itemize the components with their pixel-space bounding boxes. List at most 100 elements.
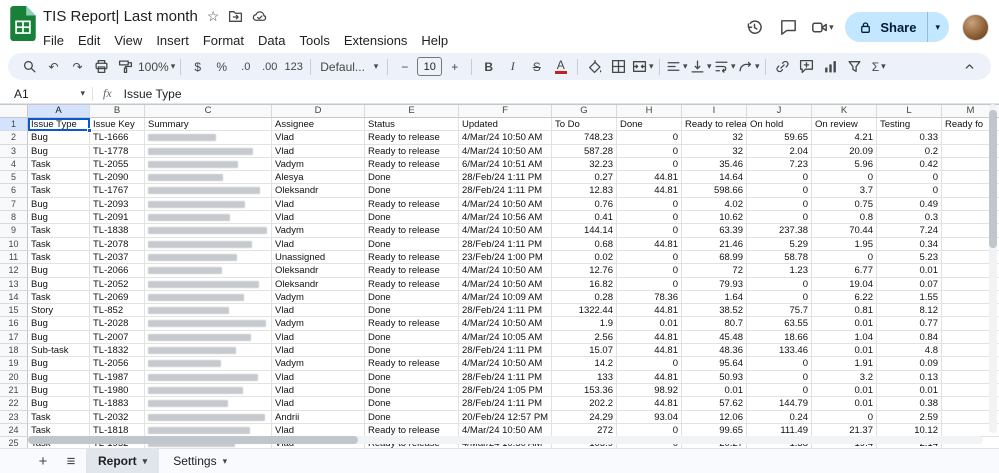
cell[interactable]: 0 xyxy=(747,198,812,211)
menu-edit[interactable]: Edit xyxy=(71,30,107,51)
cell[interactable]: Issue Type xyxy=(28,118,90,131)
cell[interactable]: Issue Key xyxy=(90,118,145,131)
cell[interactable]: 0.3 xyxy=(877,211,942,224)
cell[interactable]: Ready to release xyxy=(365,158,459,171)
cell[interactable]: 202.2 xyxy=(552,397,617,410)
cell[interactable]: 4/Mar/24 10:56 AM xyxy=(459,211,552,224)
cell[interactable]: TL-1987 xyxy=(90,371,145,384)
cell[interactable]: 0.77 xyxy=(877,317,942,330)
cell[interactable]: Ready to release xyxy=(365,251,459,264)
column-header-E[interactable]: E xyxy=(365,105,459,118)
cell[interactable] xyxy=(145,211,272,224)
menu-data[interactable]: Data xyxy=(251,30,292,51)
cell[interactable]: 0.84 xyxy=(877,331,942,344)
cell[interactable]: Testing xyxy=(877,118,942,131)
cell[interactable]: 50.93 xyxy=(682,371,747,384)
cell[interactable]: Bug xyxy=(28,131,90,144)
cell[interactable]: 0.07 xyxy=(877,278,942,291)
cell[interactable]: 44.81 xyxy=(617,344,682,357)
cell[interactable]: 0 xyxy=(617,131,682,144)
cell[interactable]: 28/Feb/24 1:11 PM xyxy=(459,184,552,197)
cell[interactable]: 1.55 xyxy=(877,291,942,304)
horizontal-scrollbar[interactable] xyxy=(28,436,983,444)
cell[interactable]: Vlad xyxy=(272,331,365,344)
cell[interactable]: 70.44 xyxy=(812,224,877,237)
collapse-toolbar-button[interactable] xyxy=(958,56,981,78)
row-header-22[interactable]: 22 xyxy=(0,397,28,410)
cell[interactable]: Status xyxy=(365,118,459,131)
cell[interactable]: Task xyxy=(28,251,90,264)
cell[interactable]: 133 xyxy=(552,371,617,384)
row-header-17[interactable]: 17 xyxy=(0,331,28,344)
cell[interactable]: 6.77 xyxy=(812,264,877,277)
cell[interactable]: 6.22 xyxy=(812,291,877,304)
cell[interactable]: 0 xyxy=(617,357,682,370)
cell[interactable]: Bug xyxy=(28,198,90,211)
zoom-select[interactable]: 100% ▾ xyxy=(138,56,175,78)
row-header-13[interactable]: 13 xyxy=(0,278,28,291)
cell[interactable]: 28/Feb/24 1:11 PM xyxy=(459,171,552,184)
cell[interactable]: Ready to release xyxy=(365,317,459,330)
strikethrough-button[interactable]: S xyxy=(525,56,548,78)
format-currency-button[interactable]: $ xyxy=(186,56,209,78)
cell[interactable] xyxy=(145,184,272,197)
cell[interactable]: 4/Mar/24 10:50 AM xyxy=(459,145,552,158)
cell[interactable]: Alesya xyxy=(272,171,365,184)
row-header-2[interactable]: 2 xyxy=(0,131,28,144)
increase-font-size-button[interactable]: + xyxy=(443,56,466,78)
cell[interactable]: 0 xyxy=(617,211,682,224)
sheet-tab-settings[interactable]: Settings ▾ xyxy=(161,449,239,473)
cell[interactable]: 68.99 xyxy=(682,251,747,264)
cell[interactable]: 0.8 xyxy=(812,211,877,224)
horizontal-scrollbar-thumb[interactable] xyxy=(28,436,358,444)
cell[interactable]: 14.2 xyxy=(552,357,617,370)
cell[interactable]: 153.36 xyxy=(552,384,617,397)
cell[interactable]: Bug xyxy=(28,317,90,330)
cell[interactable]: 63.55 xyxy=(747,317,812,330)
cell[interactable]: 0.01 xyxy=(877,264,942,277)
redo-button[interactable]: ↷ xyxy=(66,56,89,78)
cell[interactable]: Done xyxy=(365,411,459,424)
menu-help[interactable]: Help xyxy=(414,30,455,51)
cell[interactable]: Assignee xyxy=(272,118,365,131)
cell[interactable]: 44.81 xyxy=(617,238,682,251)
cell[interactable]: 0.01 xyxy=(812,317,877,330)
cell[interactable]: 0.09 xyxy=(877,357,942,370)
cell[interactable]: Done xyxy=(365,371,459,384)
cell[interactable]: 0 xyxy=(747,278,812,291)
row-header-23[interactable]: 23 xyxy=(0,411,28,424)
cell[interactable]: TL-1980 xyxy=(90,384,145,397)
cell[interactable]: 0 xyxy=(747,371,812,384)
cell[interactable]: 3.7 xyxy=(812,184,877,197)
cell[interactable] xyxy=(145,357,272,370)
cell[interactable]: 0.28 xyxy=(552,291,617,304)
column-header-G[interactable]: G xyxy=(552,105,617,118)
cell[interactable]: Vlad xyxy=(272,304,365,317)
cell[interactable]: 44.81 xyxy=(617,371,682,384)
cell[interactable]: 4/Mar/24 10:50 AM xyxy=(459,357,552,370)
cell[interactable]: 4.8 xyxy=(877,344,942,357)
row-header-9[interactable]: 9 xyxy=(0,224,28,237)
share-button[interactable]: Share ▾ xyxy=(845,12,949,42)
cell[interactable]: 12.83 xyxy=(552,184,617,197)
cell[interactable]: Updated xyxy=(459,118,552,131)
cell[interactable]: Sub-task xyxy=(28,344,90,357)
cell[interactable]: 0 xyxy=(617,264,682,277)
cell[interactable] xyxy=(145,131,272,144)
cell[interactable]: 57.62 xyxy=(682,397,747,410)
cell[interactable]: 0.41 xyxy=(552,211,617,224)
cell[interactable]: Vlad xyxy=(272,198,365,211)
cell[interactable]: 12.06 xyxy=(682,411,747,424)
cell[interactable]: 0.49 xyxy=(877,198,942,211)
decrease-font-size-button[interactable]: − xyxy=(393,56,416,78)
cell[interactable]: 0.34 xyxy=(877,238,942,251)
cell[interactable]: 0 xyxy=(812,411,877,424)
insert-chart-button[interactable] xyxy=(819,56,842,78)
cell[interactable]: 19.04 xyxy=(812,278,877,291)
menu-insert[interactable]: Insert xyxy=(149,30,196,51)
cell[interactable]: 0.2 xyxy=(877,145,942,158)
cell[interactable]: 28/Feb/24 1:11 PM xyxy=(459,238,552,251)
cell[interactable]: TL-2069 xyxy=(90,291,145,304)
comment-history-icon[interactable] xyxy=(773,12,803,42)
cell[interactable]: 21.46 xyxy=(682,238,747,251)
